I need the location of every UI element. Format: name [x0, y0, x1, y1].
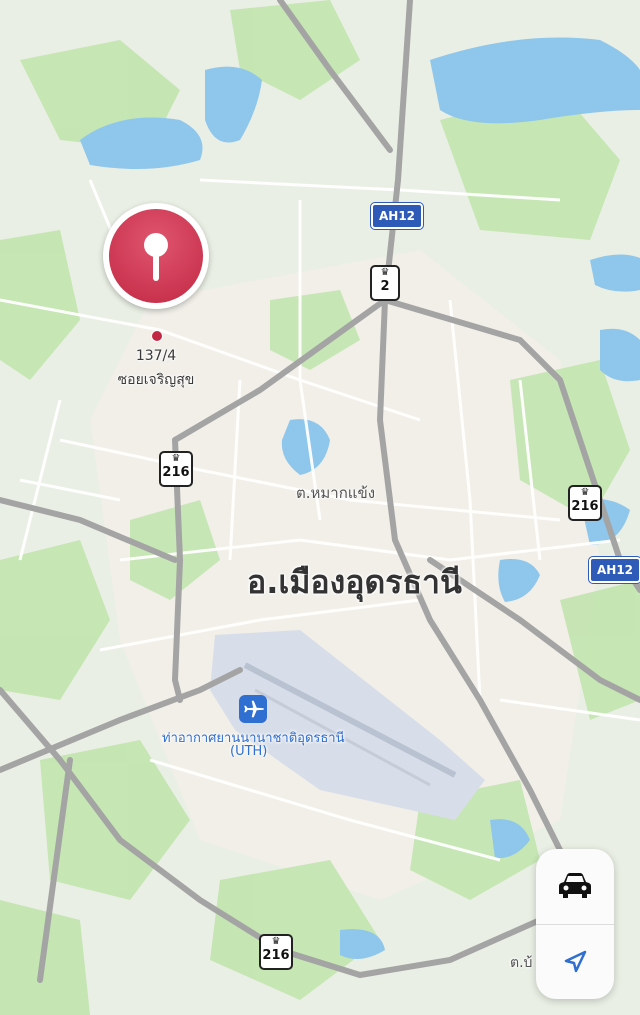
pin-address-line2: ซอยเจริญสุข	[117, 372, 195, 388]
route-216-shield-right: ♛ 216	[568, 485, 602, 521]
ah12-shield-right: AH12	[587, 556, 640, 584]
pin-point	[151, 330, 163, 342]
map-controls	[536, 849, 614, 999]
map-pin-icon	[109, 209, 203, 303]
location-arrow-icon	[564, 950, 587, 973]
transport-mode-button[interactable]	[536, 849, 614, 923]
route-216-shield-bottom: ♛ 216	[259, 934, 293, 970]
pin-address-line1: 137/4	[135, 348, 177, 364]
dropped-pin[interactable]	[103, 203, 209, 309]
bottom-partial-label: ต.บ้	[510, 955, 533, 971]
subdistrict-label: ต.หมากแข้ง	[296, 484, 376, 502]
route-2-shield: ♛ 2	[370, 265, 400, 301]
airplane-icon[interactable]	[239, 695, 267, 723]
district-label: อ.เมืองอุดรธานี	[247, 563, 462, 601]
current-location-button[interactable]	[536, 925, 614, 999]
car-icon	[559, 873, 591, 898]
route-216-shield-left: ♛ 216	[159, 451, 193, 487]
airport-code: (UTH)	[230, 744, 268, 759]
ah12-shield-top: AH12	[369, 202, 425, 230]
